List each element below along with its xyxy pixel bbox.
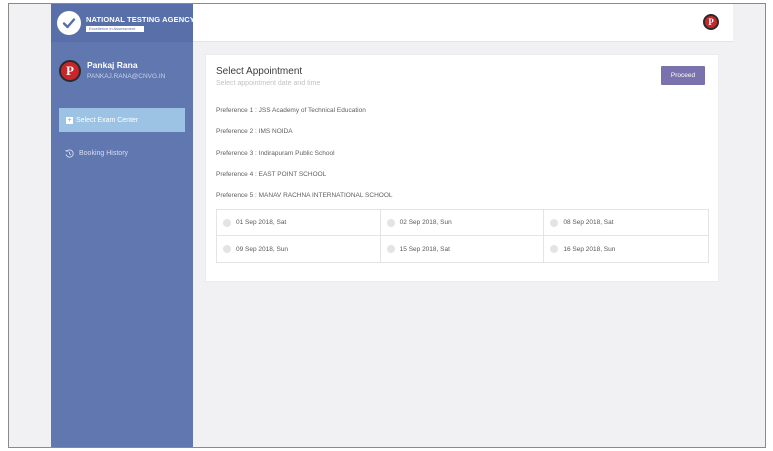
avatar[interactable]: P xyxy=(59,60,81,82)
date-slot-option[interactable]: 09 Sep 2018, Sun xyxy=(217,236,381,262)
date-slot-label: 02 Sep 2018, Sun xyxy=(399,219,452,226)
date-slot-label: 15 Sep 2018, Sat xyxy=(399,245,450,253)
preference-item: Preference 3 : Indirapuram Public School xyxy=(216,150,335,157)
preference-item: Preference 5 : MANAV RACHNA INTERNATIONA… xyxy=(216,192,393,199)
radio-icon[interactable] xyxy=(223,245,231,253)
radio-icon[interactable] xyxy=(550,245,559,253)
user-email: PANKAJ.RANA@CNVG.IN xyxy=(87,73,166,80)
checkmark-icon xyxy=(57,11,81,35)
preference-item: Preference 1 : JSS Academy of Technical … xyxy=(216,107,366,114)
proceed-button[interactable]: Proceed xyxy=(661,66,705,85)
date-slot-label: 08 Sep 2018, Sat xyxy=(563,219,614,226)
radio-icon[interactable] xyxy=(550,218,559,227)
top-bar: P xyxy=(193,4,733,42)
sidebar-item-label: Select Exam Center xyxy=(76,116,139,124)
user-name: Pankaj Rana xyxy=(87,60,138,70)
date-slot-label: 16 Sep 2018, Sun xyxy=(563,245,616,253)
avatar[interactable]: P xyxy=(703,14,719,30)
date-slot-option[interactable]: 16 Sep 2018, Sun xyxy=(544,236,708,262)
date-slot-label: 09 Sep 2018, Sun xyxy=(236,245,289,253)
sidebar: NATIONAL TESTING AGENCY Excellence in As… xyxy=(51,4,195,447)
brand-title: NATIONAL TESTING AGENCY xyxy=(86,14,195,24)
date-slot-label: 01 Sep 2018, Sat xyxy=(236,219,287,226)
appointment-card: Select Appointment Select appointment da… xyxy=(205,54,719,282)
date-slot-option[interactable]: 01 Sep 2018, Sat xyxy=(217,210,381,236)
app-window: NATIONAL TESTING AGENCY Excellence in As… xyxy=(8,3,766,448)
sidebar-item-label: Booking History xyxy=(79,150,129,157)
preference-item: Preference 4 : EAST POINT SCHOOL xyxy=(216,171,327,178)
radio-icon[interactable] xyxy=(386,245,395,253)
radio-icon[interactable] xyxy=(386,218,395,227)
radio-icon[interactable] xyxy=(223,218,231,227)
plus-square-icon: + xyxy=(66,116,73,124)
brand-tagline: Excellence in Assessment xyxy=(86,25,144,32)
date-slot-option[interactable]: 02 Sep 2018, Sun xyxy=(380,210,545,236)
user-profile: P Pankaj Rana PANKAJ.RANA@CNVG.IN xyxy=(59,60,165,82)
page-subtitle: Select appointment date and time xyxy=(216,80,321,87)
date-slot-option[interactable]: 08 Sep 2018, Sat xyxy=(544,210,708,236)
date-slot-option[interactable]: 15 Sep 2018, Sat xyxy=(381,236,545,262)
preference-item: Preference 2 : IMS NOIDA xyxy=(216,128,293,135)
page-title: Select Appointment xyxy=(216,66,303,77)
date-slot-grid: 01 Sep 2018, Sat 02 Sep 2018, Sun 08 Sep… xyxy=(216,209,709,263)
brand-logo[interactable]: NATIONAL TESTING AGENCY Excellence in As… xyxy=(51,4,195,42)
sidebar-item-booking-history[interactable]: Booking History xyxy=(65,149,128,158)
history-icon xyxy=(65,149,74,158)
sidebar-item-select-exam-center[interactable]: + Select Exam Center xyxy=(59,108,185,132)
